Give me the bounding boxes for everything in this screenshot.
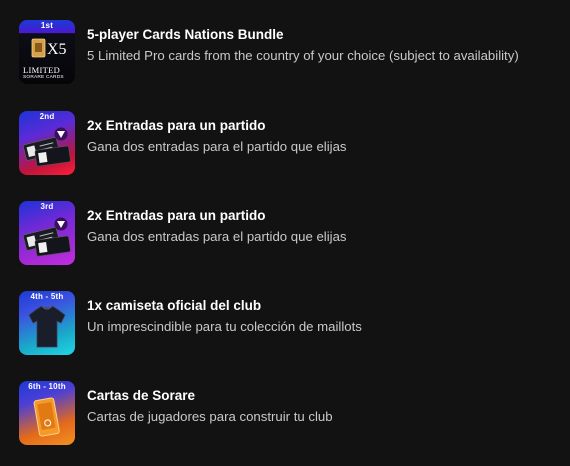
reward-row: 3rd 2x Entradas para un partido Gana dos… (19, 201, 559, 265)
reward-row: 4th - 5th 1x camiseta oficial del club U… (19, 291, 559, 355)
reward-description: Gana dos entradas para el partido que el… (87, 139, 347, 154)
sorare-cards-thumbnail: 6th - 10th (19, 381, 75, 445)
bundle-brand: SORARE CARDS (23, 75, 64, 80)
reward-title: 5-player Cards Nations Bundle (87, 27, 284, 42)
rewards-list: 1st X5 LIMITED SORARE CARDS 5-player Car… (0, 0, 570, 466)
reward-title: 1x camiseta oficial del club (87, 298, 262, 313)
jersey-icon (28, 305, 66, 348)
bundle-tier: LIMITED (23, 65, 61, 75)
reward-title: Cartas de Sorare (87, 388, 196, 403)
reward-title: 2x Entradas para un partido (87, 208, 266, 223)
reward-description: Cartas de jugadores para construir tu cl… (87, 409, 333, 424)
jersey-thumbnail: 4th - 5th (19, 291, 75, 355)
reward-description: Un imprescindible para tu colección de m… (87, 319, 362, 334)
reward-description: Gana dos entradas para el partido que el… (87, 229, 347, 244)
reward-row: 1st X5 LIMITED SORARE CARDS 5-player Car… (19, 20, 559, 84)
reward-title: 2x Entradas para un partido (87, 118, 266, 133)
match-tickets-thumbnail: 2nd (19, 111, 75, 175)
card-icon (33, 397, 60, 437)
cards-bundle-thumbnail: 1st X5 LIMITED SORARE CARDS (19, 20, 75, 84)
reward-row: 6th - 10th Cartas de Sorare Cartas de ju… (19, 381, 559, 445)
tickets-icon (23, 127, 71, 167)
reward-description: 5 Limited Pro cards from the country of … (87, 48, 519, 63)
reward-row: 2nd 2x Entradas para un partido Gana dos… (19, 111, 559, 175)
match-tickets-thumbnail: 3rd (19, 201, 75, 265)
bundle-multiplier: X5 (47, 41, 67, 58)
tickets-icon (23, 217, 71, 257)
